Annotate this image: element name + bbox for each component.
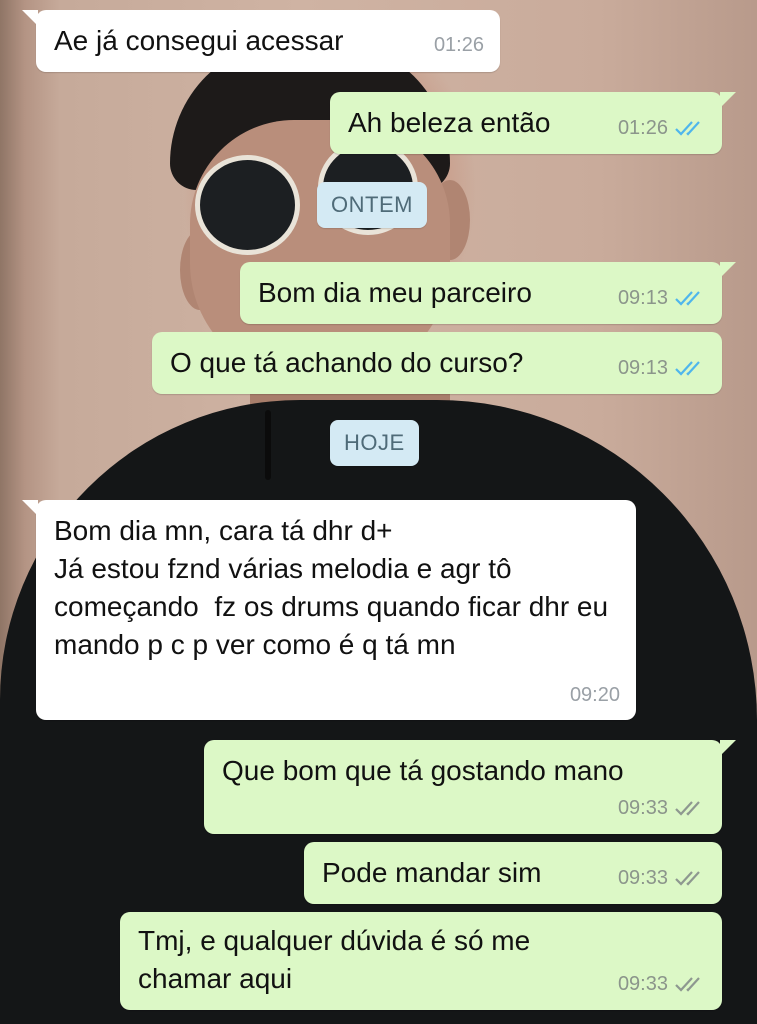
double-check-blue-icon <box>674 119 706 137</box>
message-text: Bom dia mn, cara tá dhr d+ Já estou fznd… <box>54 515 609 660</box>
message-bubble-incoming[interactable]: Ae já consegui acessar 01:26 <box>22 10 500 72</box>
message-time: 09:33 <box>617 973 668 995</box>
date-separator-today: HOJE <box>330 420 419 466</box>
message-bubble-outgoing[interactable]: Tmj, e qualquer dúvida é só me chamar aq… <box>120 912 722 1010</box>
message-time: 01:26 <box>433 34 484 56</box>
message-bubble-outgoing[interactable]: Pode mandar sim 09:33 <box>304 842 722 904</box>
message-time: 09:13 <box>617 357 668 379</box>
message-text: Que bom que tá gostando mano <box>222 755 624 786</box>
double-check-blue-icon <box>674 359 706 377</box>
message-text: Ah beleza então <box>348 107 551 138</box>
message-text: Ae já consegui acessar <box>54 25 344 56</box>
double-check-gray-icon <box>674 869 706 887</box>
message-time: 09:33 <box>617 867 668 889</box>
message-bubble-outgoing[interactable]: Bom dia meu parceiro 09:13 <box>240 262 736 324</box>
double-check-gray-icon <box>674 975 706 993</box>
double-check-gray-icon <box>674 799 706 817</box>
message-bubble-outgoing[interactable]: O que tá achando do curso? 09:13 <box>152 332 722 394</box>
message-text: O que tá achando do curso? <box>170 347 524 378</box>
message-time: 09:13 <box>617 287 668 309</box>
date-separator-yesterday: ONTEM <box>317 182 427 228</box>
double-check-blue-icon <box>674 289 706 307</box>
wallpaper-photo-sunglasses <box>195 155 300 255</box>
message-time: 09:20 <box>569 684 620 706</box>
message-text: Pode mandar sim <box>322 857 542 888</box>
message-text: Bom dia meu parceiro <box>258 277 532 308</box>
message-bubble-outgoing[interactable]: Ah beleza então 01:26 <box>330 92 736 154</box>
message-text: Tmj, e qualquer dúvida é só me chamar aq… <box>138 925 538 994</box>
message-time: 09:33 <box>617 797 668 819</box>
message-bubble-incoming[interactable]: Bom dia mn, cara tá dhr d+ Já estou fznd… <box>22 500 636 720</box>
wallpaper-photo-necklace <box>265 410 271 480</box>
message-bubble-outgoing[interactable]: Que bom que tá gostando mano 09:33 <box>204 740 736 834</box>
message-time: 01:26 <box>617 117 668 139</box>
